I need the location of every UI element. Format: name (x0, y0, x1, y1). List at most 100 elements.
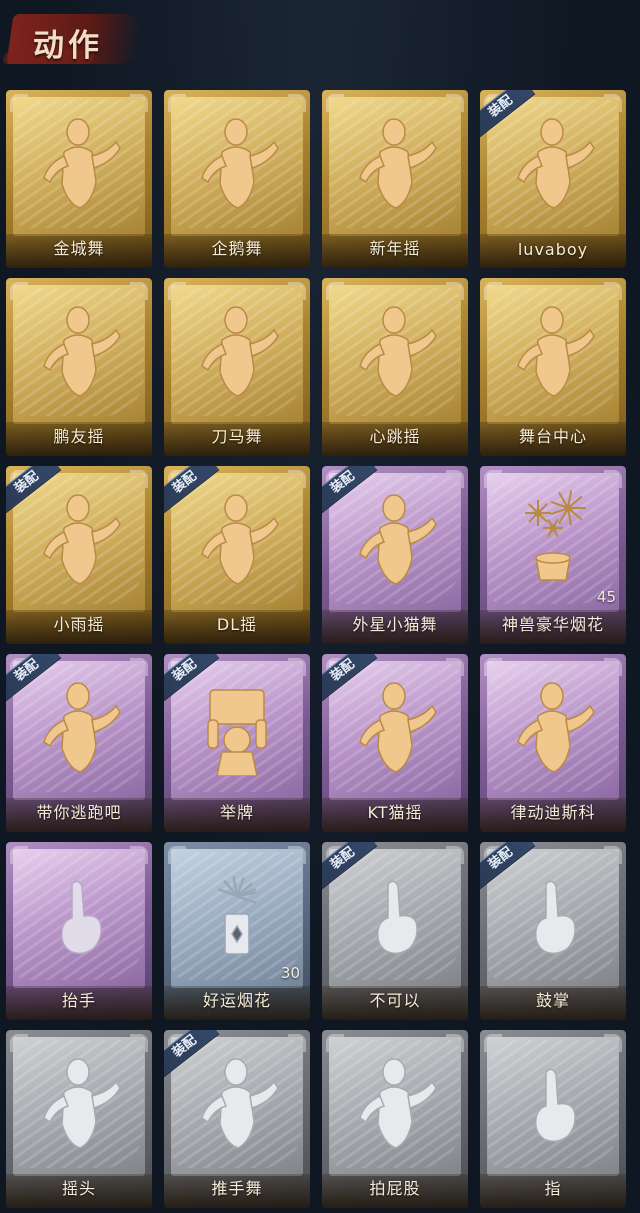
emote-card[interactable]: 摇头 (6, 1030, 152, 1208)
card-ornament-corner (446, 282, 464, 300)
emote-label: 带你逃跑吧 (36, 803, 122, 822)
item-count: 45 (596, 588, 616, 606)
emote-label: 举牌 (219, 803, 254, 822)
card-ornament-corner (446, 846, 464, 864)
dancer-icon (508, 676, 598, 776)
emote-label: 刀马舞 (211, 427, 263, 446)
emote-card[interactable]: 鹏友摇 (6, 278, 152, 456)
sign-icon (192, 676, 282, 777)
emote-card[interactable]: 鼓掌 装配 (480, 842, 626, 1020)
emote-label: 推手舞 (211, 1179, 263, 1198)
card-ornament-corner (10, 846, 28, 864)
emote-card[interactable]: 带你逃跑吧 装配 (6, 654, 152, 832)
dancer-icon (34, 1052, 124, 1152)
emote-label: 抬手 (61, 991, 96, 1010)
card-ornament-corner (446, 658, 464, 676)
raise-hand-icon (34, 864, 124, 964)
card-ornament-corner (10, 1034, 28, 1052)
card-ornament-corner (446, 470, 464, 488)
emote-screen: 动作 金城舞 企鹅舞 新年摇 luvaboy 装配 鹏友摇 刀马舞 心跳摇 舞台… (0, 0, 640, 1213)
emote-label: 拍屁股 (369, 1179, 421, 1198)
emote-label: 小雨摇 (53, 615, 105, 634)
clap-icon (508, 864, 598, 964)
firework-can-icon (192, 864, 282, 964)
card-ornament-corner (168, 94, 186, 112)
emote-card[interactable]: KT猫摇 装配 (322, 654, 468, 832)
card-ornament-corner (604, 470, 622, 488)
emote-card[interactable]: 新年摇 (322, 90, 468, 268)
card-ornament-corner (130, 282, 148, 300)
card-ornament-corner (604, 1034, 622, 1052)
emote-card[interactable]: 刀马舞 (164, 278, 310, 456)
card-ornament-corner (326, 282, 344, 300)
emote-label: 企鹅舞 (211, 239, 263, 258)
emote-card[interactable]: 神兽豪华烟花 45 (480, 466, 626, 644)
dancer-icon (192, 300, 282, 400)
emote-label: 新年摇 (369, 239, 421, 258)
emote-card[interactable]: 小雨摇 装配 (6, 466, 152, 644)
emote-card[interactable]: 心跳摇 (322, 278, 468, 456)
card-ornament-corner (446, 94, 464, 112)
card-ornament-corner (168, 846, 186, 864)
dancer-icon (508, 112, 598, 212)
card-ornament-corner (484, 470, 502, 488)
emote-card[interactable]: 好运烟花 30 (164, 842, 310, 1020)
card-ornament-corner (288, 282, 306, 300)
emote-label: 鹏友摇 (53, 427, 105, 446)
card-ornament-corner (10, 282, 28, 300)
card-ornament-corner (604, 658, 622, 676)
card-ornament-corner (604, 94, 622, 112)
dancer-icon (350, 676, 440, 776)
card-ornament-corner (288, 846, 306, 864)
dancer-icon (192, 488, 282, 588)
card-ornament-corner (484, 282, 502, 300)
card-ornament-corner (130, 94, 148, 112)
emote-label: 好运烟花 (202, 991, 271, 1010)
emote-card[interactable]: 企鹅舞 (164, 90, 310, 268)
emote-label: KT猫摇 (367, 803, 423, 822)
emote-label: 外星小猫舞 (352, 615, 438, 634)
fireworks-icon (508, 488, 598, 588)
emote-label: 金城舞 (53, 239, 105, 258)
card-ornament-corner (288, 1034, 306, 1052)
emote-label: 不可以 (369, 991, 421, 1010)
emote-card[interactable]: 舞台中心 (480, 278, 626, 456)
dancer-icon (350, 1052, 440, 1152)
card-ornament-corner (484, 1034, 502, 1052)
dancer-icon (34, 488, 124, 588)
dancer-icon (350, 488, 440, 588)
card-ornament-corner (288, 94, 306, 112)
emote-card[interactable]: 推手舞 装配 (164, 1030, 310, 1208)
emote-label: 律动迪斯科 (510, 803, 596, 822)
emote-card[interactable]: 举牌 装配 (164, 654, 310, 832)
emote-card[interactable]: luvaboy 装配 (480, 90, 626, 268)
emote-label: DL摇 (216, 615, 258, 634)
emote-card[interactable]: 不可以 装配 (322, 842, 468, 1020)
emote-card[interactable]: 金城舞 (6, 90, 152, 268)
emote-label: 鼓掌 (535, 991, 570, 1010)
card-ornament-corner (10, 94, 28, 112)
dancer-icon (34, 300, 124, 400)
card-ornament-corner (446, 1034, 464, 1052)
finger-icon (350, 864, 440, 964)
emote-card[interactable]: 律动迪斯科 (480, 654, 626, 832)
emote-label: 舞台中心 (518, 427, 587, 446)
emote-label: 神兽豪华烟花 (501, 615, 604, 634)
emote-card[interactable]: 外星小猫舞 装配 (322, 466, 468, 644)
emote-grid: 金城舞 企鹅舞 新年摇 luvaboy 装配 鹏友摇 刀马舞 心跳摇 舞台中心 … (6, 90, 626, 1208)
dancer-icon (508, 300, 598, 400)
card-ornament-corner (130, 846, 148, 864)
emote-card[interactable]: 指 (480, 1030, 626, 1208)
card-ornament-corner (326, 94, 344, 112)
emote-label: 摇头 (61, 1179, 96, 1198)
card-ornament-corner (130, 470, 148, 488)
dancer-icon (34, 112, 124, 212)
emote-card[interactable]: DL摇 装配 (164, 466, 310, 644)
card-ornament-corner (130, 658, 148, 676)
emote-card[interactable]: 拍屁股 (322, 1030, 468, 1208)
dancer-icon (350, 300, 440, 400)
emote-card[interactable]: 抬手 (6, 842, 152, 1020)
card-ornament-corner (130, 1034, 148, 1052)
dancer-icon (192, 112, 282, 212)
card-ornament-corner (604, 282, 622, 300)
